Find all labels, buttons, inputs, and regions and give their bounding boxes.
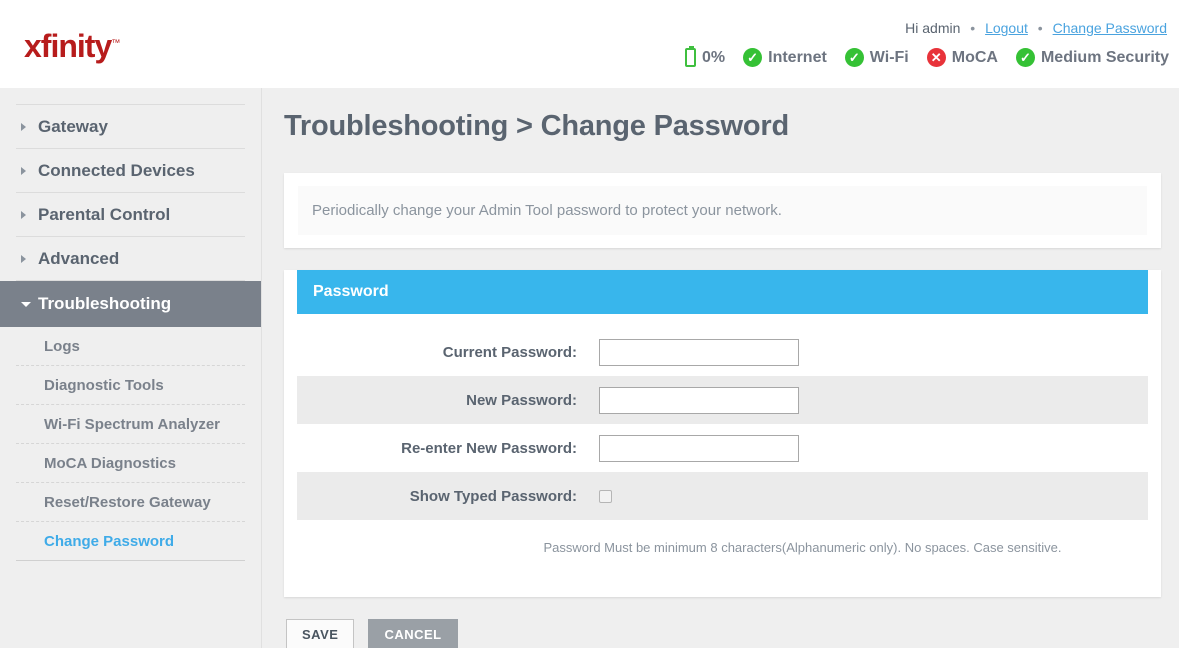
card-title: Password <box>297 270 1148 314</box>
sidebar-subitem-label: Change Password <box>44 532 175 550</box>
password-hint-text: Password Must be minimum 8 characters(Al… <box>543 540 1062 555</box>
page-title: Troubleshooting > Change Password <box>284 110 789 142</box>
check-circle-icon: ✓ <box>743 48 763 67</box>
sidebar-subitem-label: Diagnostic Tools <box>44 376 164 394</box>
sidebar-item-label: Parental Control <box>38 204 171 224</box>
change-password-link[interactable]: Change Password <box>1053 20 1167 36</box>
status-bar: 0% ✓ Internet ✓ Wi-Fi ✕ MoCA ✓ Medium Se… <box>685 46 1169 67</box>
status-item-wifi: ✓ Wi-Fi <box>844 48 909 67</box>
current-password-input[interactable] <box>599 338 799 366</box>
reenter-password-label: Re-enter New Password: <box>401 439 577 457</box>
current-password-label: Current Password: <box>442 343 577 361</box>
chevron-right-icon <box>21 210 26 219</box>
chevron-right-icon <box>21 122 26 131</box>
separator-dot: • <box>970 20 976 36</box>
intro-text: Periodically change your Admin Tool pass… <box>298 186 1147 235</box>
sidebar-subitem-diagnostic-tools[interactable]: Diagnostic Tools <box>16 366 245 405</box>
page-header: xfinity™ Hi admin • Logout • Change Pass… <box>0 0 1179 88</box>
check-circle-icon: ✓ <box>1015 48 1035 67</box>
sidebar-item-connected-devices[interactable]: Connected Devices <box>16 149 245 193</box>
sidebar-item-gateway[interactable]: Gateway <box>16 105 245 149</box>
main-content: Troubleshooting > Change Password Period… <box>262 88 1179 648</box>
check-circle-icon: ✓ <box>844 48 864 67</box>
chevron-down-icon <box>21 301 31 307</box>
new-password-input[interactable] <box>599 386 799 414</box>
status-label: 0% <box>702 48 726 66</box>
sidebar-subitem-change-password[interactable]: Change Password <box>16 522 245 561</box>
sidebar-subitem-label: Logs <box>44 337 80 355</box>
greeting-text: Hi admin <box>905 20 961 36</box>
form-row-current-password: Current Password: <box>297 328 1148 376</box>
status-label: Medium Security <box>1040 48 1169 66</box>
form-row-reenter-password: Re-enter New Password: <box>297 424 1148 472</box>
chevron-right-icon <box>21 166 26 175</box>
chevron-right-icon <box>21 254 26 263</box>
new-password-label: New Password: <box>466 391 577 409</box>
sidebar-subitem-wifi-spectrum-analyzer[interactable]: Wi-Fi Spectrum Analyzer <box>16 405 245 444</box>
sidebar-item-label: Connected Devices <box>38 160 195 180</box>
form-actions: SAVE CANCEL <box>284 619 1161 648</box>
logo-trademark: ™ <box>111 37 120 48</box>
save-button[interactable]: SAVE <box>286 619 355 648</box>
form-row-show-password: Show Typed Password: <box>297 472 1148 520</box>
sidebar-item-label: Troubleshooting <box>38 294 172 313</box>
logout-link[interactable]: Logout <box>985 20 1028 36</box>
cancel-button[interactable]: CANCEL <box>368 619 458 648</box>
status-item-security: ✓ Medium Security <box>1015 48 1169 67</box>
sidebar-item-troubleshooting[interactable]: Troubleshooting <box>0 281 261 327</box>
sidebar-nav: Gateway Connected Devices Parental Contr… <box>0 88 262 648</box>
reenter-password-input[interactable] <box>599 434 799 462</box>
status-label: Wi-Fi <box>869 48 909 66</box>
separator-dot: • <box>1037 20 1043 36</box>
sidebar-subitem-reset-restore-gateway[interactable]: Reset/Restore Gateway <box>16 483 245 522</box>
sidebar-subitem-label: Reset/Restore Gateway <box>44 493 211 511</box>
sidebar-subitem-moca-diagnostics[interactable]: MoCA Diagnostics <box>16 444 245 483</box>
password-form: Current Password: New Password: Re-enter… <box>284 314 1161 555</box>
status-label: MoCA <box>951 48 998 66</box>
account-bar: Hi admin • Logout • Change Password <box>905 20 1167 36</box>
sidebar-subitem-label: Wi-Fi Spectrum Analyzer <box>44 415 221 433</box>
show-password-checkbox[interactable] <box>599 489 612 503</box>
form-row-new-password: New Password: <box>297 376 1148 424</box>
sidebar-subitem-label: MoCA Diagnostics <box>44 454 176 472</box>
sidebar-item-advanced[interactable]: Advanced <box>16 237 245 281</box>
sidebar-item-label: Gateway <box>38 116 108 136</box>
sidebar-subnav: Logs Diagnostic Tools Wi-Fi Spectrum Ana… <box>16 327 245 561</box>
logo-text: xfinity <box>24 28 112 64</box>
show-password-label: Show Typed Password: <box>409 487 577 505</box>
status-label: Internet <box>768 48 827 66</box>
intro-panel: Periodically change your Admin Tool pass… <box>284 173 1161 248</box>
sidebar-subitem-logs[interactable]: Logs <box>16 327 245 366</box>
status-item-battery: 0% <box>685 46 726 67</box>
status-item-moca: ✕ MoCA <box>926 48 998 67</box>
password-card: Password Current Password: New Password:… <box>284 270 1161 597</box>
xfinity-logo: xfinity™ <box>24 28 120 64</box>
status-item-internet: ✓ Internet <box>743 48 827 67</box>
sidebar-item-label: Advanced <box>38 248 120 268</box>
error-circle-icon: ✕ <box>926 48 946 67</box>
sidebar-item-parental-control[interactable]: Parental Control <box>16 193 245 237</box>
battery-icon <box>685 46 696 67</box>
